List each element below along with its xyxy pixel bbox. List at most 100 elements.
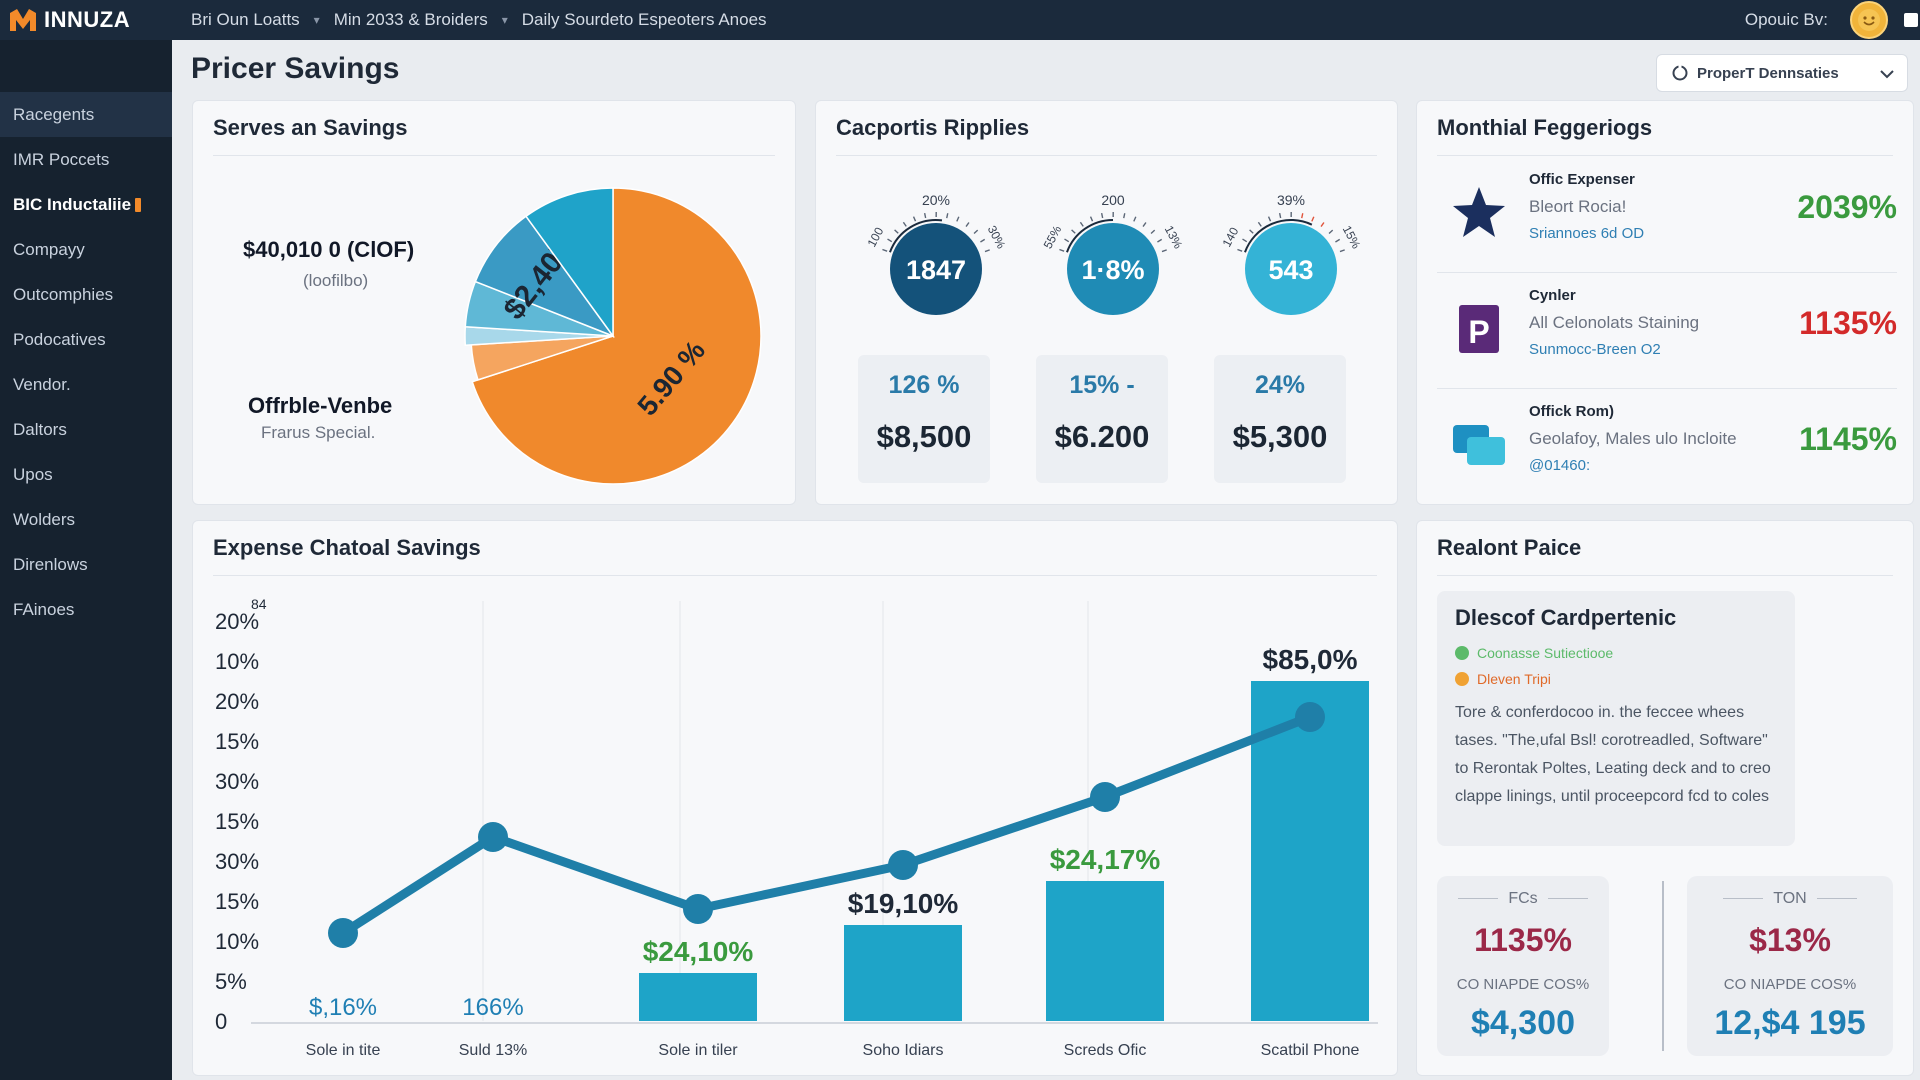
brand-name: INNUZA xyxy=(44,7,131,32)
gauge-tick xyxy=(1123,213,1126,219)
monthly-card: Monthial Feggeriogs Offic Expenser Bleor… xyxy=(1416,100,1914,505)
savings-pie-chart[interactable]: 5.90 %$2,40T xyxy=(453,176,773,496)
brand[interactable]: INNUZA xyxy=(0,7,175,33)
legend-label: Coonasse Sutiectiooe xyxy=(1477,645,1614,661)
x-tick-label: Scatbil Phone xyxy=(1261,1042,1360,1059)
sidebar-item-direnlows[interactable]: Direnlows xyxy=(0,542,172,587)
series-point xyxy=(478,822,508,852)
chevron-down-icon[interactable]: ▾ xyxy=(314,13,320,27)
row-link[interactable]: @01460: xyxy=(1529,457,1590,474)
stat-sub: CO NIAPDE COS% xyxy=(1723,976,1857,993)
gauge-tick xyxy=(894,229,899,234)
sidebar-item-label: Compayy xyxy=(13,239,85,259)
recent-summary-box[interactable]: Dlescof Cardpertenic Coonasse Sutiectioo… xyxy=(1437,591,1795,846)
user-menu-label[interactable]: Opouic Bv: xyxy=(1745,10,1828,30)
stat-box: 15% - $6.200 xyxy=(1036,355,1168,483)
expense-bar-line-chart[interactable]: 05%10%15%30%15%30%15%20%10%20%84Sole in … xyxy=(193,521,1399,1077)
row-link[interactable]: Sriannoes 6d OD xyxy=(1529,225,1644,242)
window-edge-button[interactable] xyxy=(1904,13,1918,27)
row-line: All Celonolats Staining xyxy=(1529,313,1700,332)
avatar[interactable] xyxy=(1850,1,1888,39)
row-link[interactable]: Sunmocc-Breen O2 xyxy=(1529,341,1661,358)
bar-data-label: 166% xyxy=(462,994,523,1021)
stat-amount: $8,500 xyxy=(876,419,972,454)
x-tick-label: Suld 13% xyxy=(459,1042,528,1059)
capacity-card: Cacportis Ripplies 1847 20% 100 30% 1·8% 200… xyxy=(815,100,1398,505)
monthly-row[interactable]: Offic Expenser Bleort Rocia! Sriannoes 6… xyxy=(1437,161,1897,273)
y-tick-label: 10% xyxy=(215,929,259,954)
gauge-tick xyxy=(1100,213,1104,219)
sidebar-item-wolders[interactable]: Wolders xyxy=(0,497,172,542)
gauge-tick xyxy=(1328,229,1334,235)
stat-label: TON xyxy=(1687,890,1893,908)
sidebar-item-compayy[interactable]: Compayy xyxy=(0,227,172,272)
monthly-row[interactable]: P Cynler All Celonolats Staining Sunmocc… xyxy=(1437,277,1897,389)
divider xyxy=(1437,272,1897,273)
sidebar-item-label: Direnlows xyxy=(13,554,88,574)
property-dropdown[interactable]: ProperT Dennsaties xyxy=(1656,54,1908,92)
gauge-tick xyxy=(1301,213,1304,219)
sidebar-item-podocatives[interactable]: Podocatives xyxy=(0,317,172,362)
divider xyxy=(1437,155,1893,156)
row-value: 2039% xyxy=(1797,189,1897,225)
svg-text:P: P xyxy=(1468,314,1489,350)
x-tick-label: Sole in tiler xyxy=(658,1042,738,1059)
series-point xyxy=(1090,782,1120,812)
sidebar-item-label: Vendor. xyxy=(13,374,71,394)
gauge-tick xyxy=(1320,222,1325,227)
monthly-row[interactable]: Offick Rom) Geolafoy, Males ulo Incloite… xyxy=(1437,393,1897,493)
sidebar-item-upos[interactable]: Upos xyxy=(0,452,172,497)
gauge-tick xyxy=(1133,216,1137,222)
breadcrumb-item[interactable]: Min 2033 & Broiders xyxy=(334,10,488,30)
breadcrumb-item[interactable]: Daily Sourdeto Espeoters Anoes xyxy=(522,10,767,30)
stat-percent: $13% xyxy=(1749,922,1831,958)
gauge-tick xyxy=(1242,238,1248,243)
gauge-left-label: 140 xyxy=(1220,225,1242,250)
gauge-tick xyxy=(980,238,986,243)
stat-amount: $6.200 xyxy=(1054,419,1150,454)
gauge-tick xyxy=(1089,216,1094,222)
gauge-value: 543 xyxy=(1268,255,1313,285)
sidebar-item-outcomphies[interactable]: Outcomphies xyxy=(0,272,172,317)
sidebar-item-racegents[interactable]: Racegents xyxy=(0,92,172,137)
sidebar-item-daltors[interactable]: Daltors xyxy=(0,407,172,452)
gauge-top-label: 39% xyxy=(1277,192,1305,208)
gauge-tick xyxy=(1064,238,1070,243)
x-tick-label: Soho Idiars xyxy=(863,1042,944,1059)
page-title: Pricer Savings xyxy=(191,52,400,85)
y-tick-label: 30% xyxy=(215,769,259,794)
sidebar-item-label: IMR Poccets xyxy=(13,149,110,169)
recent-card: Realont Paice Dlescof Cardpertenic Coona… xyxy=(1416,520,1914,1076)
sidebar-item-label: Podocatives xyxy=(13,329,106,349)
series-point xyxy=(328,918,358,948)
gauge-tick xyxy=(1142,222,1147,227)
gauge-tick xyxy=(1335,238,1341,243)
chevron-down-icon[interactable]: ▾ xyxy=(502,13,508,27)
stat-box: 126 % $8,500 xyxy=(858,355,990,483)
breadcrumb-item[interactable]: Bri Oun Loatts xyxy=(191,10,300,30)
top-bar: INNUZA Bri Oun Loatts ▾ Min 2033 & Broid… xyxy=(0,0,1920,40)
savings-amount-sub: (loofilbo) xyxy=(303,271,369,290)
gauge-value: 1·8% xyxy=(1081,255,1144,285)
y-tick-suffix: 84 xyxy=(251,596,267,612)
stat-amount: $5,300 xyxy=(1232,419,1328,454)
row-line: Bleort Rocia! xyxy=(1529,197,1627,216)
y-tick-label: 20% xyxy=(215,609,259,634)
bar xyxy=(844,925,962,1021)
gauge-top-label: 20% xyxy=(922,192,950,208)
orange-dot-icon xyxy=(1455,672,1469,686)
card-title: Realont Paice xyxy=(1437,535,1582,560)
sidebar-item-label: Upos xyxy=(13,464,53,484)
gauge-tick xyxy=(1161,249,1167,253)
star-icon xyxy=(1453,187,1505,237)
divider xyxy=(1437,575,1893,576)
green-dot-icon xyxy=(1455,646,1469,660)
sidebar-item-inductaliie[interactable]: BIC Inductaliie xyxy=(0,182,172,227)
sidebar-item-fainoes[interactable]: FAinoes xyxy=(0,587,172,632)
stat-box: 24% $5,300 xyxy=(1214,355,1346,483)
sidebar-item-vendor[interactable]: Vendor. xyxy=(0,362,172,407)
row-title: Offic Expenser xyxy=(1529,171,1635,188)
sidebar-item-poccets[interactable]: IMR Poccets xyxy=(0,137,172,182)
sidebar-item-label: FAinoes xyxy=(13,599,75,619)
